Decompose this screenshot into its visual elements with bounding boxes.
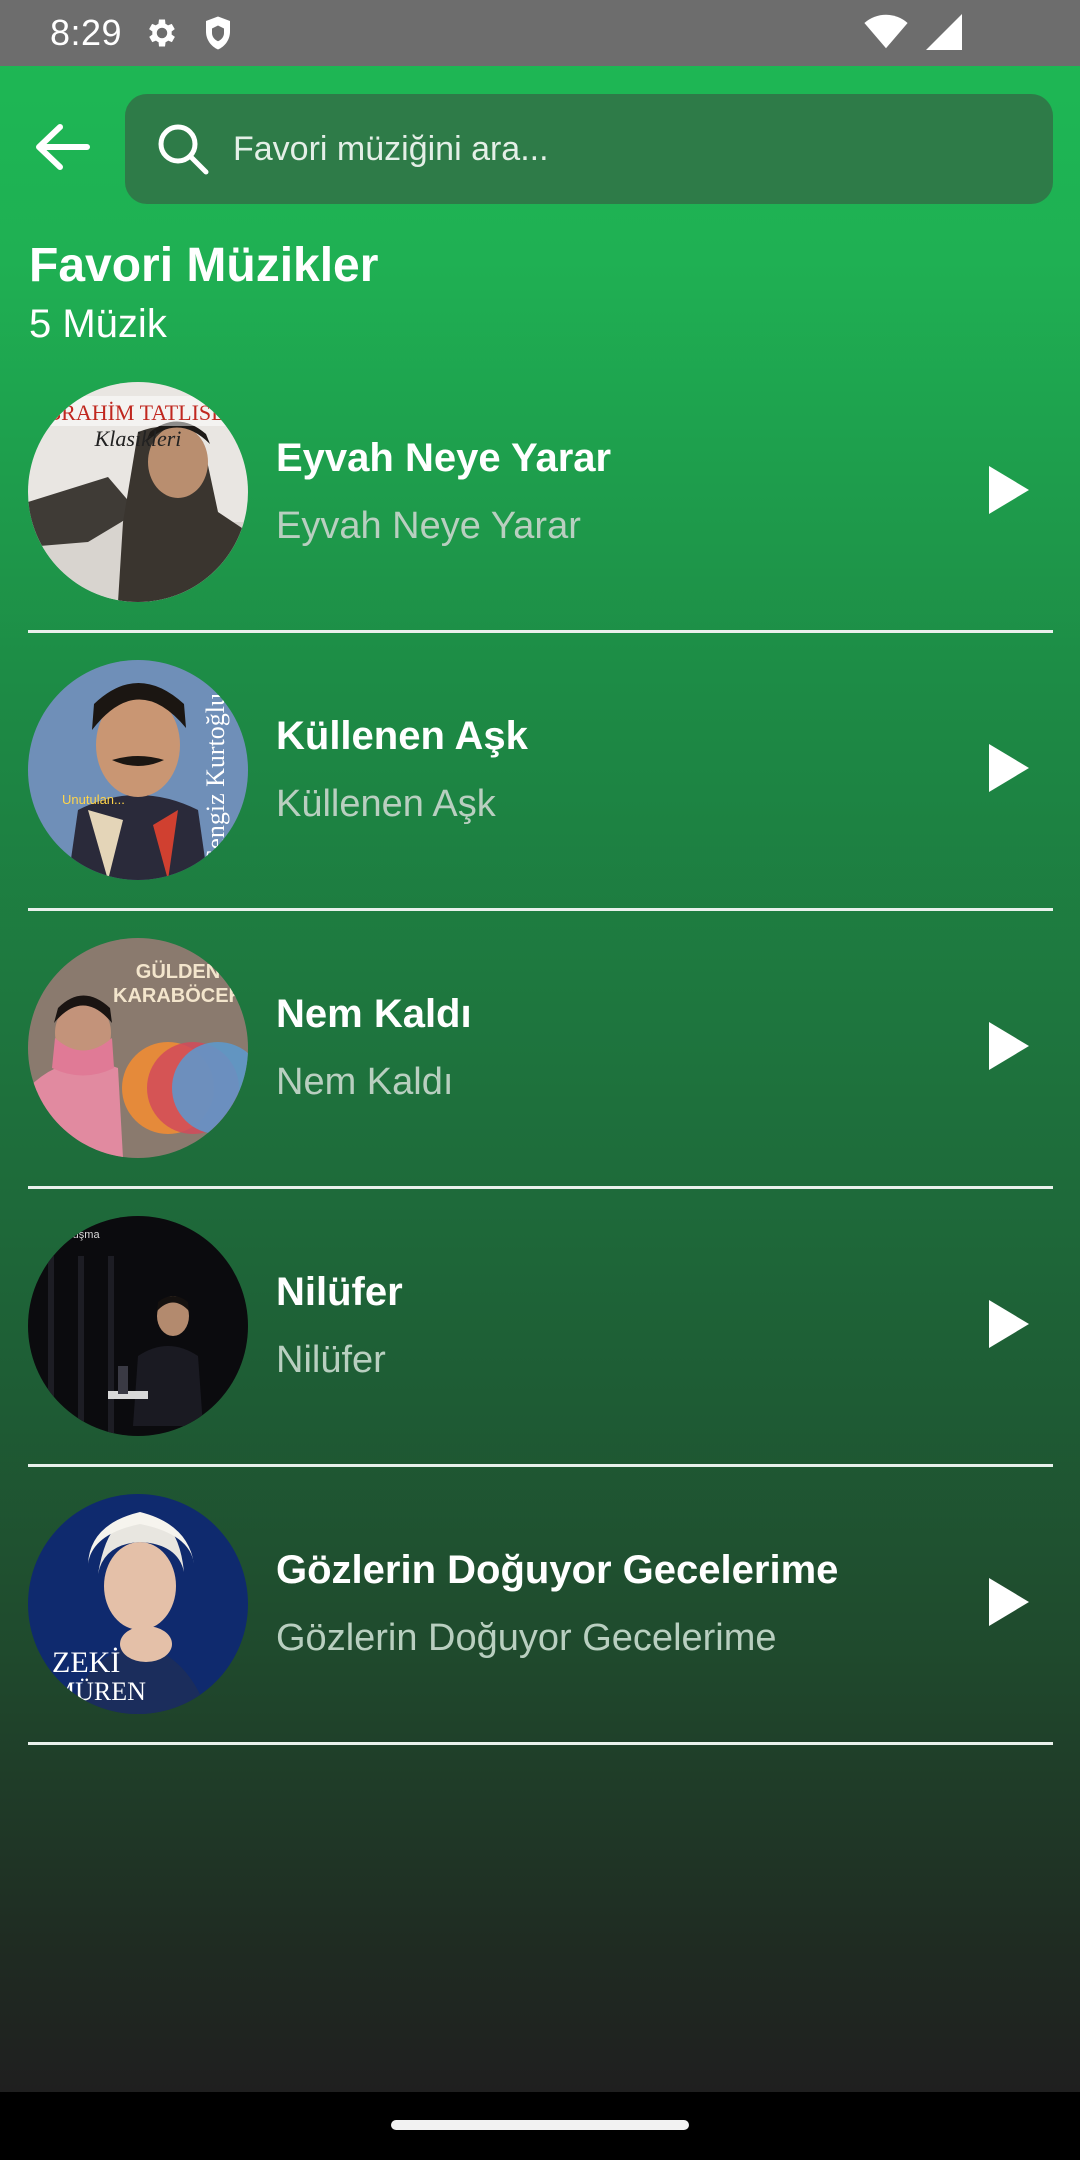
top-bar <box>0 94 1080 204</box>
cover-text: ZEKİ <box>52 1646 120 1679</box>
divider <box>28 1186 1053 1189</box>
song-artist: Gözlerin Doğuyor Gecelerime <box>276 1617 777 1659</box>
divider <box>28 908 1053 911</box>
cover-text: Unutulan... <box>62 792 125 807</box>
song-title: Nem Kaldı <box>276 992 472 1036</box>
back-button[interactable] <box>22 112 102 186</box>
wifi-icon <box>864 14 908 55</box>
song-title: Eyvah Neye Yarar <box>276 436 612 480</box>
cover-text: Klasikleri <box>94 426 182 451</box>
song-artist: Küllenen Aşk <box>276 783 496 825</box>
divider <box>28 1464 1053 1467</box>
status-right-icons <box>864 14 962 55</box>
play-button[interactable] <box>963 447 1053 537</box>
play-icon <box>983 1018 1033 1079</box>
gear-icon <box>144 15 180 51</box>
cover-text: GÜLDEN <box>136 960 220 983</box>
song-title: Nilüfer <box>276 1270 403 1314</box>
album-cover: ZEKİ MÜREN <box>28 1494 248 1714</box>
arrow-left-icon <box>33 122 91 177</box>
list-item[interactable]: ZEKİ MÜREN Gözlerin Doğuyor Gecelerime G… <box>28 1494 1053 1772</box>
cover-text: İBRAHİM TATLISES <box>39 400 237 425</box>
play-button[interactable] <box>963 1559 1053 1649</box>
cover-text: KARABÖCEK <box>113 984 244 1007</box>
play-icon <box>983 1574 1033 1635</box>
status-bar: 8:29 <box>0 0 1080 66</box>
album-cover: Cengiz Kurtoğlu Unutulan... <box>28 660 248 880</box>
play-icon <box>983 462 1033 523</box>
search-input[interactable] <box>233 94 1053 204</box>
album-cover: buluşma <box>28 1216 248 1436</box>
signal-icon <box>926 14 962 55</box>
song-artist: Nilüfer <box>276 1339 386 1381</box>
page-title: Favori Müzikler <box>29 239 379 292</box>
status-time: 8:29 <box>50 12 123 53</box>
list-item[interactable]: buluşma Nilüfer Nilüfer <box>28 1216 1053 1494</box>
list-item[interactable]: GÜLDEN KARABÖCEK Nem Kaldı Nem Kaldı <box>28 938 1053 1216</box>
album-cover: İBRAHİM TATLISES Klasikleri <box>28 382 248 602</box>
play-button[interactable] <box>963 1281 1053 1371</box>
search-box[interactable] <box>125 94 1053 204</box>
list-item[interactable]: İBRAHİM TATLISES Klasikleri Eyvah Neye Y… <box>28 382 1053 660</box>
play-icon <box>983 1296 1033 1357</box>
cover-text: MÜREN <box>52 1677 146 1706</box>
home-indicator[interactable] <box>391 2120 689 2130</box>
play-icon <box>983 740 1033 801</box>
cover-text: Cengiz Kurtoğlu <box>201 693 230 867</box>
song-artist: Eyvah Neye Yarar <box>276 505 581 547</box>
song-list: İBRAHİM TATLISES Klasikleri Eyvah Neye Y… <box>28 382 1053 1772</box>
shield-icon <box>202 15 234 51</box>
cover-text: buluşma <box>58 1229 100 1241</box>
album-cover: GÜLDEN KARABÖCEK <box>28 938 248 1158</box>
song-count: 5 Müzik <box>29 302 167 346</box>
favorites-screen: 8:29 Favori Müzikl <box>0 0 1080 2160</box>
song-title: Gözlerin Doğuyor Gecelerime <box>276 1548 839 1592</box>
divider <box>28 630 1053 633</box>
list-item[interactable]: Cengiz Kurtoğlu Unutulan... Küllenen Aşk… <box>28 660 1053 938</box>
divider <box>28 1742 1053 1745</box>
play-button[interactable] <box>963 725 1053 815</box>
song-artist: Nem Kaldı <box>276 1061 454 1103</box>
song-title: Küllenen Aşk <box>276 714 528 758</box>
search-icon <box>153 119 213 179</box>
play-button[interactable] <box>963 1003 1053 1093</box>
